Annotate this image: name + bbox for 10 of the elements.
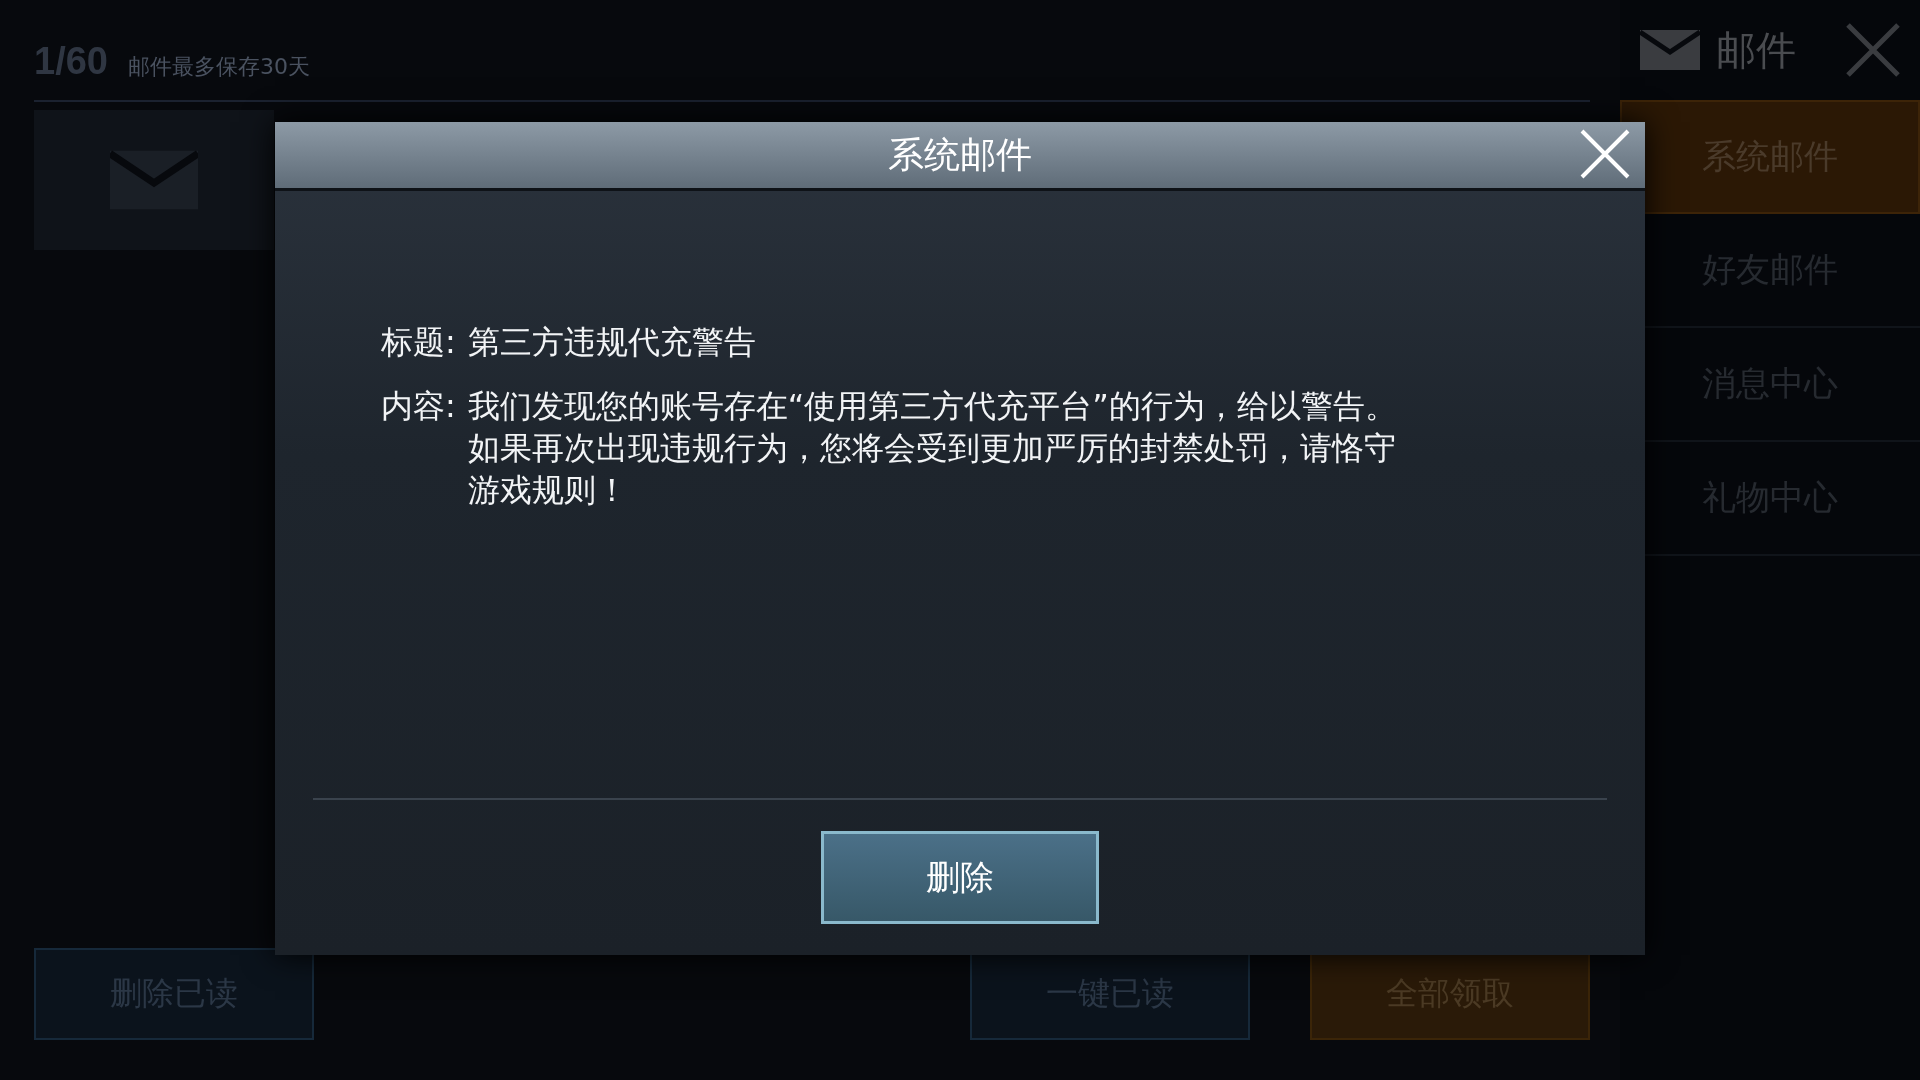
field-label: 内容: <box>381 386 456 427</box>
envelope-icon <box>1640 30 1700 70</box>
mail-header: 邮件 <box>1716 25 1796 75</box>
delete-button[interactable]: 删除 <box>821 831 1099 924</box>
field-value: 我们发现您的账号存在“使用第三方代充平台”的行为，给以警告。如果再次出现违规行为，您将会受到更加严厉的封禁处罚，请恪守游戏规则！ <box>467 386 1398 511</box>
field-label: 标题: <box>381 322 456 363</box>
field-value: 第三方违规代充警告 <box>467 322 757 363</box>
storage-note: 邮件最多保存30天 <box>127 53 310 81</box>
mail-card[interactable] <box>34 110 274 250</box>
dialog-title: 系统邮件 <box>888 132 1032 177</box>
